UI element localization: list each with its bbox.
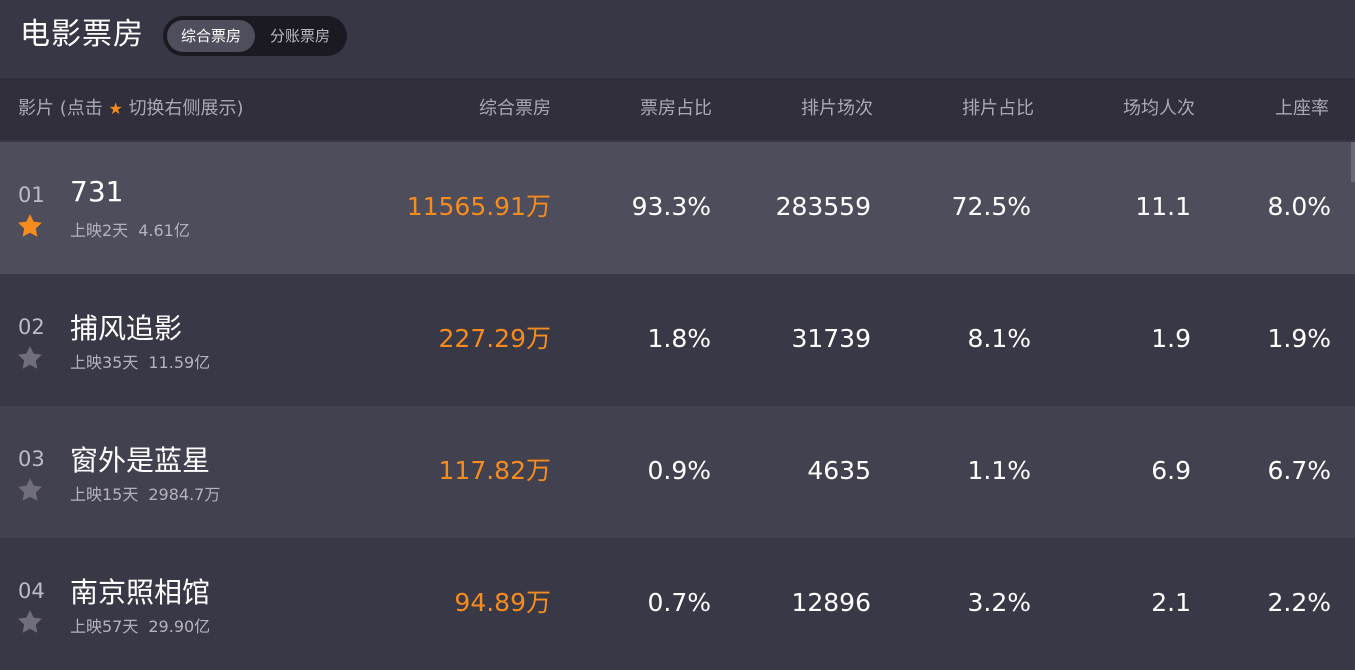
table-row[interactable]: 02 捕风追影上映35天 11.59亿 227.29万 1.8% 31739 8.1% 1.9… — [0, 274, 1355, 406]
total-box-office: 2984.7万 — [148, 485, 221, 504]
show-share-value: 3.2% — [967, 588, 1031, 617]
occupancy-value: 2.2% — [1267, 588, 1331, 617]
days-in-release: 上映2天 — [70, 221, 129, 240]
shows-value: 31739 — [791, 324, 871, 353]
box-office-value: 117.82万 — [438, 456, 551, 485]
rank-number: 02 — [18, 315, 45, 339]
occupancy-value: 8.0% — [1267, 192, 1331, 221]
movie-subinfo: 上映35天 11.59亿 — [70, 349, 210, 373]
page-title: 电影票房 — [20, 17, 144, 52]
occupancy-value: 1.9% — [1267, 324, 1331, 353]
box-office-type-toggle: 综合票房 分账票房 — [163, 16, 347, 56]
star-icon[interactable] — [16, 344, 44, 372]
days-in-release: 上映57天 — [70, 617, 139, 636]
days-in-release: 上映15天 — [70, 485, 139, 504]
column-header-film-prefix: 影片 (点击 — [18, 98, 103, 119]
movie-title[interactable]: 731 — [70, 175, 123, 208]
table-header: 影片 (点击 ★ 切换右侧展示) 综合票房 票房占比 排片场次 排片占比 场均人… — [0, 78, 1355, 140]
toggle-split-box-office[interactable]: 分账票房 — [257, 20, 343, 52]
movie-title[interactable]: 南京照相馆 — [70, 571, 210, 611]
column-header-avg-people[interactable]: 场均人次 — [1123, 78, 1195, 140]
column-header-show-share[interactable]: 排片占比 — [962, 78, 1034, 140]
box-share-value: 93.3% — [631, 192, 711, 221]
table-row[interactable]: 04 南京照相馆上映57天 29.90亿 94.89万 0.7% 12896 3.2% 2.1… — [0, 538, 1355, 670]
column-header-occupancy[interactable]: 上座率 — [1275, 78, 1329, 140]
column-header-film-suffix: 切换右侧展示) — [128, 98, 244, 119]
movie-subinfo: 上映2天 4.61亿 — [70, 217, 190, 241]
column-header-box-office[interactable]: 综合票房 — [479, 78, 551, 140]
total-box-office: 11.59亿 — [148, 353, 211, 372]
movie-title[interactable]: 捕风追影 — [70, 307, 182, 347]
box-share-value: 0.9% — [647, 456, 711, 485]
column-header-film: 影片 (点击 ★ 切换右侧展示) — [18, 78, 244, 140]
shows-value: 283559 — [775, 192, 871, 221]
box-office-value: 227.29万 — [438, 324, 551, 353]
avg-people-value: 2.1 — [1151, 588, 1191, 617]
box-share-value: 1.8% — [647, 324, 711, 353]
show-share-value: 72.5% — [951, 192, 1031, 221]
scrollbar[interactable] — [1351, 142, 1355, 182]
box-share-value: 0.7% — [647, 588, 711, 617]
avg-people-value: 11.1 — [1135, 192, 1191, 221]
movie-subinfo: 上映57天 29.90亿 — [70, 613, 210, 637]
total-box-office: 4.61亿 — [138, 221, 190, 240]
column-header-box-share[interactable]: 票房占比 — [640, 78, 712, 140]
star-icon[interactable] — [16, 212, 44, 240]
avg-people-value: 6.9 — [1151, 456, 1191, 485]
days-in-release: 上映35天 — [70, 353, 139, 372]
table-row[interactable]: 01 731 上映2天 4.61亿 11565.91万 93.3% 283559 72.5% 1… — [0, 142, 1355, 274]
total-box-office: 29.90亿 — [148, 617, 211, 636]
rank-number: 03 — [18, 447, 45, 471]
rank-number: 01 — [18, 183, 45, 207]
column-header-shows[interactable]: 排片场次 — [801, 78, 873, 140]
star-icon: ★ — [108, 99, 123, 118]
show-share-value: 1.1% — [967, 456, 1031, 485]
star-icon[interactable] — [16, 476, 44, 504]
shows-value: 4635 — [807, 456, 871, 485]
avg-people-value: 1.9 — [1151, 324, 1191, 353]
occupancy-value: 6.7% — [1267, 456, 1331, 485]
box-office-value: 11565.91万 — [406, 192, 551, 221]
star-icon[interactable] — [16, 608, 44, 636]
page-header: 电影票房 综合票房 分账票房 — [0, 0, 1355, 78]
rank-number: 04 — [18, 579, 45, 603]
shows-value: 12896 — [791, 588, 871, 617]
movie-title[interactable]: 窗外是蓝星 — [70, 439, 210, 479]
toggle-combined-box-office[interactable]: 综合票房 — [167, 20, 255, 52]
show-share-value: 8.1% — [967, 324, 1031, 353]
movie-subinfo: 上映15天 2984.7万 — [70, 481, 220, 505]
table-row[interactable]: 03 窗外是蓝星上映15天 2984.7万 117.82万 0.9% 4635 1.1% 6.… — [0, 406, 1355, 538]
box-office-value: 94.89万 — [454, 588, 551, 617]
